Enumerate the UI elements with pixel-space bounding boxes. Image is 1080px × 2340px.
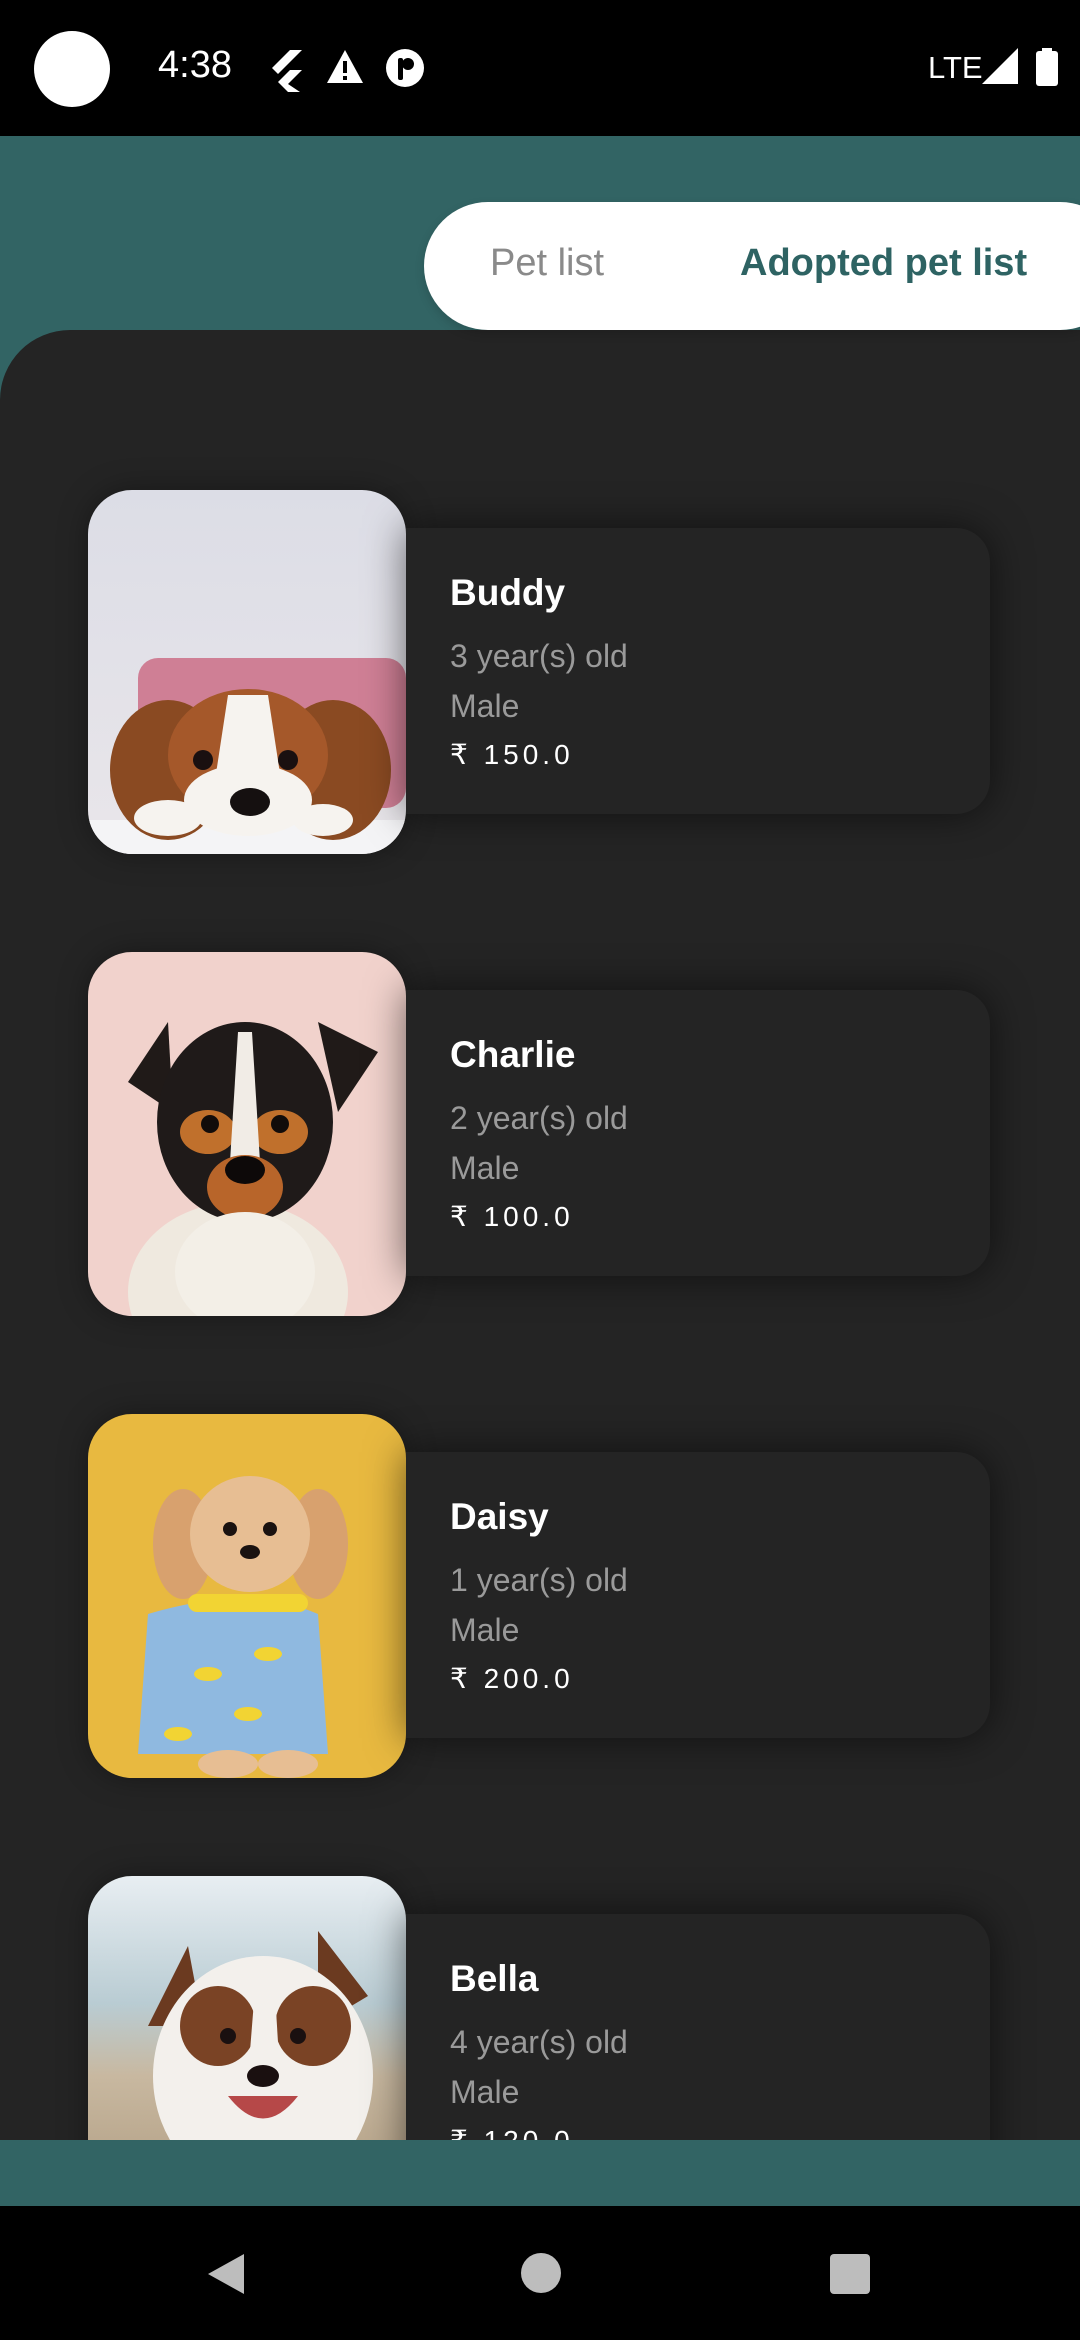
pet-card[interactable]: Daisy 1 year(s) old Male ₹ 200.0 xyxy=(88,1414,992,1778)
pet-name: Charlie xyxy=(450,1034,576,1075)
tab-adopted-pet-list[interactable]: Adopted pet list xyxy=(740,242,1027,285)
pet-age: 1 year(s) old xyxy=(450,1562,628,1598)
pet-photo xyxy=(88,952,406,1316)
tab-pet-list[interactable]: Pet list xyxy=(490,242,604,285)
tab-switcher: Pet list Adopted pet list xyxy=(424,202,1080,330)
pet-photo xyxy=(88,1876,406,2140)
pet-gender: Male xyxy=(450,2074,520,2110)
recents-icon[interactable] xyxy=(828,2252,872,2296)
pet-info-panel: Bella 4 year(s) old Male ₹ 120.0 xyxy=(406,1914,990,2140)
pet-info-panel: Charlie 2 year(s) old Male ₹ 100.0 xyxy=(406,990,990,1276)
pet-card[interactable]: Buddy 3 year(s) old Male ₹ 150.0 xyxy=(88,490,992,854)
pet-age: 2 year(s) old xyxy=(450,1100,628,1136)
home-icon[interactable] xyxy=(520,2252,562,2294)
pet-price: ₹ 120.0 xyxy=(450,2124,574,2140)
pet-age: 4 year(s) old xyxy=(450,2024,628,2060)
pet-name: Buddy xyxy=(450,572,566,613)
pet-photo xyxy=(88,1414,406,1778)
back-icon[interactable] xyxy=(206,2252,246,2296)
pet-card[interactable]: Bella 4 year(s) old Male ₹ 120.0 xyxy=(88,1876,992,2140)
pet-name: Daisy xyxy=(450,1496,549,1537)
navigation-bar xyxy=(0,2206,1080,2340)
pet-price: ₹ 100.0 xyxy=(450,1201,574,1232)
pet-info-panel: Buddy 3 year(s) old Male ₹ 150.0 xyxy=(406,528,990,814)
pet-price: ₹ 200.0 xyxy=(450,1663,574,1694)
screen: 4:38 LTE Buddy 3 year(s) old Male ₹ 150.… xyxy=(0,0,1080,2340)
pet-price: ₹ 150.0 xyxy=(450,739,574,770)
pet-gender: Male xyxy=(450,1150,520,1186)
pet-photo xyxy=(88,490,406,854)
pet-gender: Male xyxy=(450,1612,520,1648)
pet-age: 3 year(s) old xyxy=(450,638,628,674)
pet-name: Bella xyxy=(450,1958,539,1999)
pet-card[interactable]: Charlie 2 year(s) old Male ₹ 100.0 xyxy=(88,952,992,1316)
pet-info-panel: Daisy 1 year(s) old Male ₹ 200.0 xyxy=(406,1452,990,1738)
pet-gender: Male xyxy=(450,688,520,724)
